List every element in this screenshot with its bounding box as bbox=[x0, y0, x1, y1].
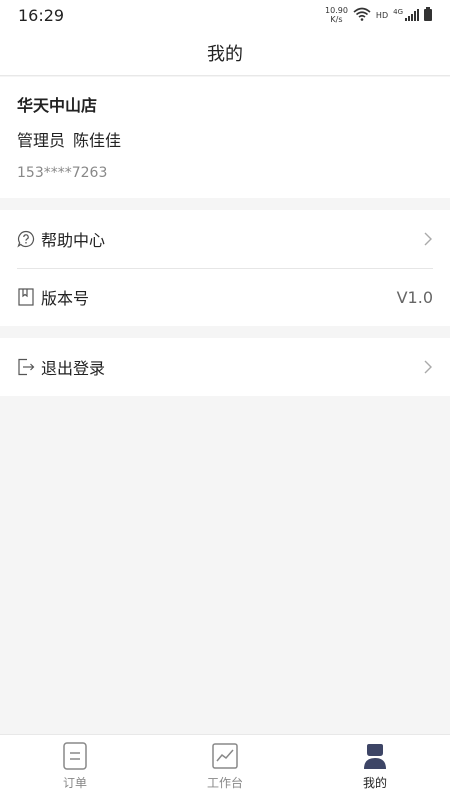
tab-bar: 订单 工作台 我的 bbox=[0, 734, 450, 800]
menu-group-info: 帮助中心 版本号 V1.0 bbox=[0, 210, 450, 326]
page-title: 我的 bbox=[207, 43, 243, 65]
menu-group-account: 退出登录 bbox=[0, 338, 450, 396]
user-info: 管理员 陈佳佳 bbox=[17, 127, 433, 155]
menu-item-version[interactable]: 版本号 V1.0 bbox=[0, 268, 450, 326]
chevron-right-icon bbox=[423, 231, 433, 247]
hd-indicator: HD bbox=[375, 10, 389, 20]
signal-icon bbox=[405, 6, 419, 25]
chevron-right-icon bbox=[423, 359, 433, 375]
user-name: 陈佳佳 bbox=[73, 131, 122, 150]
user-icon bbox=[361, 742, 389, 770]
help-circle-icon bbox=[17, 230, 35, 248]
tab-workbench[interactable]: 工作台 bbox=[150, 735, 300, 800]
logout-label: 退出登录 bbox=[41, 359, 106, 378]
store-name: 华天中山店 bbox=[17, 96, 98, 115]
network-type: 4G bbox=[393, 7, 403, 16]
help-label: 帮助中心 bbox=[41, 231, 106, 250]
tab-mine[interactable]: 我的 bbox=[300, 735, 450, 800]
version-label: 版本号 bbox=[41, 289, 90, 308]
menu-item-logout[interactable]: 退出登录 bbox=[0, 338, 450, 396]
status-indicators: 10.90 K/s HD 4G bbox=[325, 6, 432, 25]
logout-icon bbox=[17, 358, 35, 376]
user-phone: 153****7263 bbox=[17, 165, 108, 181]
status-time: 16:29 bbox=[18, 5, 65, 25]
book-icon bbox=[17, 288, 35, 306]
version-value: V1.0 bbox=[396, 287, 433, 307]
user-role: 管理员 bbox=[17, 131, 66, 150]
tab-label: 工作台 bbox=[206, 776, 243, 790]
network-speed: 10.90 K/s bbox=[325, 6, 348, 24]
battery-icon bbox=[424, 6, 432, 25]
tab-label: 我的 bbox=[362, 776, 387, 790]
tab-label: 订单 bbox=[62, 776, 87, 790]
status-bar: 16:29 10.90 K/s HD 4G bbox=[0, 0, 450, 30]
document-icon bbox=[61, 742, 89, 770]
network-speed-unit: K/s bbox=[330, 15, 343, 24]
profile-card: 华天中山店 管理员 陈佳佳 153****7263 bbox=[0, 77, 450, 198]
tab-orders[interactable]: 订单 bbox=[0, 735, 150, 800]
wifi-icon bbox=[353, 6, 371, 25]
menu-item-help[interactable]: 帮助中心 bbox=[0, 210, 450, 268]
nav-bar: 我的 bbox=[0, 30, 450, 76]
chart-icon bbox=[211, 742, 239, 770]
network-speed-value: 10.90 bbox=[325, 6, 348, 15]
